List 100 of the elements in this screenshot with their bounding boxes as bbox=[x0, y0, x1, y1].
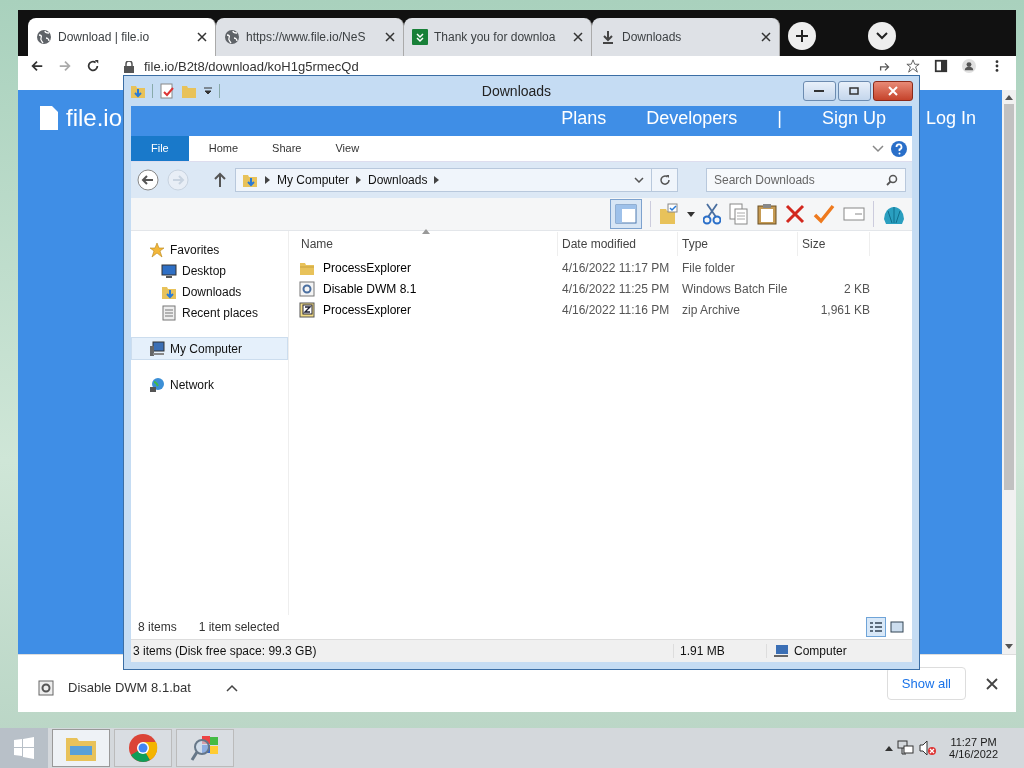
folder-icon[interactable] bbox=[130, 83, 146, 99]
search-field[interactable]: Search Downloads bbox=[706, 168, 906, 192]
star-icon[interactable] bbox=[906, 59, 920, 73]
caret-icon[interactable] bbox=[203, 87, 213, 95]
ribbon-tab[interactable]: Home bbox=[194, 136, 253, 161]
column-header[interactable]: Date modified bbox=[558, 232, 678, 256]
address-bar[interactable]: file.io/B2t8/download/koH1g5rmecQd bbox=[124, 59, 359, 74]
chevron-icon[interactable] bbox=[265, 176, 270, 184]
delete-icon[interactable] bbox=[785, 204, 805, 224]
browser-tab[interactable]: https://www.file.io/NeS bbox=[216, 18, 404, 56]
download-file-name: Disable DWM 8.1.bat bbox=[68, 680, 192, 695]
properties-icon[interactable] bbox=[159, 83, 175, 99]
network-icon[interactable] bbox=[897, 740, 916, 756]
gear-file-icon bbox=[38, 679, 54, 696]
close-icon[interactable] bbox=[761, 32, 771, 42]
reload-icon[interactable] bbox=[86, 59, 100, 73]
column-header[interactable]: Type bbox=[678, 232, 798, 256]
recent-places-icon bbox=[161, 304, 177, 321]
download-item[interactable]: Disable DWM 8.1.bat bbox=[38, 676, 254, 699]
browser-tab[interactable]: Download | file.io bbox=[28, 18, 216, 56]
ribbon-tab[interactable]: View bbox=[321, 136, 374, 161]
breadcrumb-item[interactable]: My Computer bbox=[277, 173, 350, 187]
close-icon[interactable] bbox=[986, 677, 998, 690]
expand-ribbon-icon[interactable] bbox=[872, 144, 884, 153]
nav-pane-item[interactable]: Desktop bbox=[131, 260, 288, 281]
maximize-button[interactable] bbox=[837, 81, 871, 101]
breadcrumb-item[interactable]: Downloads bbox=[368, 173, 428, 187]
maximize-icon bbox=[849, 87, 860, 95]
checkmark-icon[interactable] bbox=[813, 204, 835, 224]
help-icon[interactable] bbox=[890, 139, 908, 158]
table-cell-text: 4/16/2022 11:16 PM bbox=[561, 302, 671, 317]
close-icon[interactable] bbox=[197, 32, 207, 42]
windows-icon bbox=[13, 737, 35, 759]
nav-pane-item[interactable]: Recent places bbox=[131, 302, 288, 323]
new-tab-button[interactable] bbox=[788, 22, 816, 50]
dropdown-icon[interactable] bbox=[634, 177, 644, 183]
table-cell-text: 4/16/2022 11:17 PM bbox=[561, 260, 671, 275]
thumbnails-view-button[interactable] bbox=[888, 618, 906, 636]
computer-icon bbox=[149, 340, 165, 357]
globe-icon bbox=[224, 29, 240, 45]
side-panel-icon[interactable] bbox=[934, 59, 948, 73]
taskbar-app[interactable] bbox=[176, 729, 234, 767]
back-icon[interactable] bbox=[137, 169, 159, 191]
close-icon[interactable] bbox=[385, 32, 395, 42]
show-hidden-icons-icon[interactable] bbox=[885, 745, 894, 751]
plus-icon bbox=[795, 29, 809, 43]
scissors-icon[interactable] bbox=[703, 203, 721, 225]
chevron-icon[interactable] bbox=[434, 176, 440, 184]
nav-pane-item[interactable]: Network bbox=[131, 374, 288, 395]
nav-pane-item[interactable]: Favorites bbox=[131, 239, 288, 260]
show-all-button[interactable]: Show all bbox=[886, 667, 966, 700]
scroll-down-icon[interactable] bbox=[1005, 644, 1013, 649]
lock-icon bbox=[124, 60, 134, 73]
back-icon[interactable] bbox=[30, 59, 44, 73]
tab-title: Downloads bbox=[622, 30, 683, 44]
tab-title: Thank you for downloa bbox=[434, 30, 557, 44]
browser-icon bbox=[128, 733, 158, 763]
browser-tab[interactable]: Downloads bbox=[592, 18, 780, 56]
table-cell-text: 4/16/2022 11:25 PM bbox=[561, 281, 671, 296]
taskbar-app[interactable] bbox=[114, 729, 172, 767]
refresh-icon[interactable] bbox=[659, 174, 671, 186]
tab-search-button[interactable] bbox=[868, 22, 896, 50]
status-text: 3 items (Disk free space: 99.3 GB) bbox=[131, 644, 674, 658]
downloads-folder-icon bbox=[242, 172, 258, 188]
details-view-button[interactable] bbox=[866, 617, 886, 637]
minimize-button[interactable] bbox=[803, 81, 836, 101]
monitor-icon bbox=[161, 262, 177, 279]
muted-speaker-icon[interactable] bbox=[919, 740, 938, 756]
paste-icon[interactable] bbox=[757, 203, 777, 225]
file-name[interactable]: ProcessExplorer bbox=[319, 260, 412, 275]
nav-pane-item[interactable]: My Computer bbox=[131, 337, 288, 360]
preview-pane-button[interactable] bbox=[610, 199, 642, 229]
address-bar[interactable]: My Computer Downloads bbox=[235, 168, 678, 192]
profile-icon[interactable] bbox=[962, 59, 976, 73]
start-button[interactable] bbox=[0, 728, 48, 768]
ribbon-tab[interactable]: File bbox=[131, 136, 189, 161]
chevron-icon[interactable] bbox=[356, 176, 362, 184]
nav-pane-item[interactable]: Downloads bbox=[131, 281, 288, 302]
close-icon bbox=[887, 86, 898, 96]
spreadsheet-icon bbox=[412, 29, 428, 45]
clock[interactable]: 11:27 PM 4/16/2022 bbox=[949, 736, 998, 760]
folder-check-icon[interactable] bbox=[659, 203, 679, 225]
thumbnail-icon bbox=[890, 621, 904, 633]
ribbon-tab[interactable]: Share bbox=[258, 136, 316, 161]
chevron-down-icon bbox=[876, 32, 888, 40]
file-name[interactable]: Disable DWM 8.1 bbox=[319, 281, 417, 296]
list-icon bbox=[869, 621, 883, 633]
browser-tab[interactable]: Thank you for downloa bbox=[404, 18, 592, 56]
star-icon bbox=[149, 241, 165, 258]
globe-icon bbox=[36, 29, 52, 45]
gear-file-icon bbox=[299, 280, 315, 297]
column-header[interactable]: Size bbox=[798, 232, 870, 256]
scrollbar[interactable] bbox=[1002, 90, 1016, 654]
scroll-up-icon[interactable] bbox=[1005, 95, 1013, 100]
file-name[interactable]: ProcessExplorer bbox=[319, 302, 412, 317]
caret-icon[interactable] bbox=[226, 683, 238, 692]
close-icon[interactable] bbox=[573, 32, 583, 42]
close-button[interactable] bbox=[872, 81, 913, 101]
caret-icon[interactable] bbox=[687, 211, 695, 217]
up-icon[interactable] bbox=[213, 172, 227, 188]
